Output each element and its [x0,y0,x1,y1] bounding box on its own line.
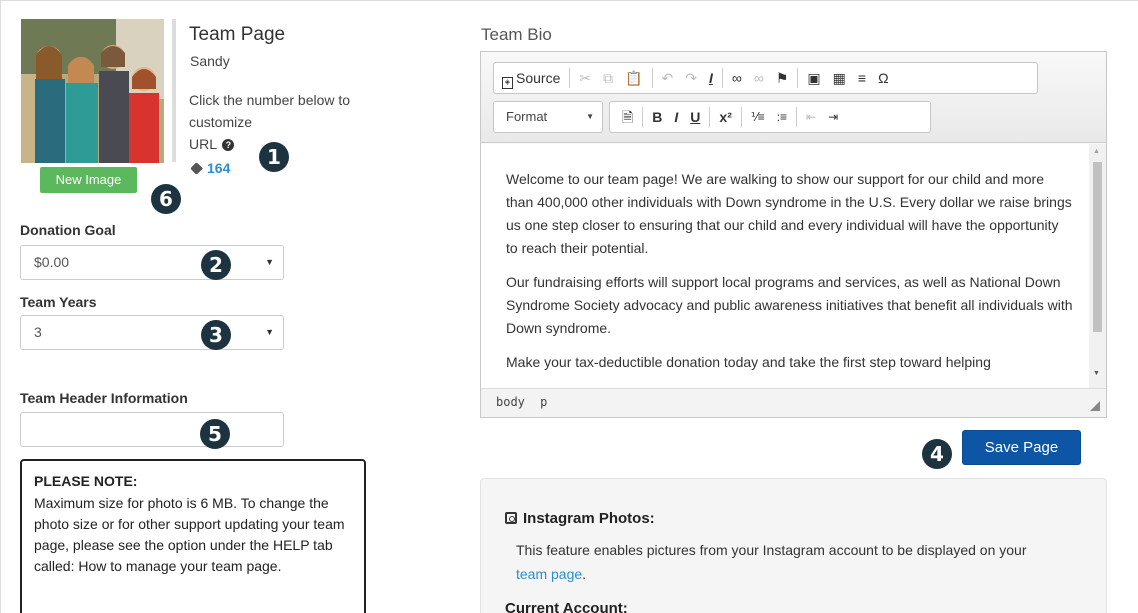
path-element-p[interactable]: p [540,395,547,409]
help-icon[interactable]: ? [222,139,235,151]
donation-goal-select[interactable]: $0.00 ▼ [20,245,284,280]
indent-icon[interactable]: ⇥ [828,106,838,128]
team-years-value: 3 [34,324,42,340]
outdent-icon[interactable]: ⇤ [806,106,816,128]
callout-badge-6: 6 [151,184,181,214]
callout-badge-4: 4 [922,439,952,469]
chevron-down-icon: ▼ [265,257,274,267]
bio-scrollbar[interactable]: ▲ ▼ [1089,144,1106,388]
paste-icon[interactable]: 📋 [625,67,642,89]
instagram-desc-end: . [582,566,587,582]
instagram-icon [505,512,517,524]
team-years-label: Team Years [20,294,97,310]
instagram-panel: Instagram Photos: This feature enables p… [480,478,1107,613]
chevron-down-icon: ▼ [265,327,274,337]
source-icon: ◈ [502,77,513,89]
format-dropdown[interactable]: Format ▼ [493,101,603,133]
path-element-body[interactable]: body [496,395,525,409]
toolbar-separator [796,107,798,127]
note-body: Maximum size for photo is 6 MB. To chang… [34,495,345,574]
image-icon[interactable]: ▣ [807,67,820,89]
special-char-icon[interactable]: Ω [878,67,888,89]
toolbar-separator [740,107,742,127]
toolbar-separator [569,68,571,88]
tag-icon [190,162,203,175]
chevron-down-icon: ▼ [586,112,594,121]
bio-paragraph: Our fundraising efforts will support loc… [506,274,1073,336]
horizontal-rule-icon[interactable]: ≡ [858,67,866,89]
unlink-icon[interactable]: ∞ [754,67,764,89]
bold-icon[interactable]: B [652,106,662,128]
donation-goal-value: $0.00 [34,254,70,270]
bullet-list-icon[interactable]: :≡ [777,106,787,128]
team-header-info-input[interactable] [20,412,284,447]
team-page-link[interactable]: team page [516,566,582,582]
scroll-up-icon[interactable]: ▲ [1093,148,1100,155]
customize-text: Click the number below to customize [189,92,351,130]
bio-paragraph: Make your tax-deductible donation today … [506,354,991,370]
underline-icon[interactable]: U [690,106,700,128]
anchor-flag-icon[interactable]: ⚑ [776,67,789,89]
bio-paragraph: Welcome to our team page! We are walking… [506,171,1072,256]
photo-divider [172,19,176,162]
toolbar-separator [797,68,799,88]
photo-size-note: PLEASE NOTE: Maximum size for photo is 6… [20,459,366,613]
toolbar-separator [709,107,711,127]
editor-toolbar: ◈ Source ✂ ⧉ 📋 ↶ ↷ I ∞ ∞ ⚑ ▣ ▦ ≡ Ω Format… [481,52,1106,143]
cut-icon[interactable]: ✂ [579,67,591,89]
url-label: URL [189,136,217,152]
scroll-down-icon[interactable]: ▼ [1093,370,1100,377]
page-title: Team Page [189,24,286,45]
copy-icon[interactable]: ⧉ [603,67,613,89]
redo-icon[interactable]: ↷ [685,67,697,89]
callout-badge-1: 1 [259,142,289,172]
save-page-button[interactable]: Save Page [962,430,1081,465]
table-icon[interactable]: ▦ [833,67,846,89]
team-bio-editor: ◈ Source ✂ ⧉ 📋 ↶ ↷ I ∞ ∞ ⚑ ▣ ▦ ≡ Ω Format… [480,51,1107,418]
callout-badge-2: 2 [201,250,231,280]
source-label: Source [516,70,561,86]
bio-content[interactable]: Welcome to our team page! We are walking… [481,144,1089,388]
instagram-description: This feature enables pictures from your … [516,538,1036,586]
team-header-info-label: Team Header Information [20,390,188,406]
callout-badge-5: 5 [200,419,230,449]
url-row: 164 [190,160,230,176]
current-account-label: Current Account: [505,600,628,613]
resize-handle-icon[interactable] [1090,401,1100,411]
editor-path-bar: body p [481,388,1106,417]
scroll-thumb[interactable] [1093,162,1102,332]
toolbar-separator [721,68,723,88]
note-title: PLEASE NOTE: [34,473,138,489]
url-number-link[interactable]: 164 [207,160,230,176]
callout-badge-3: 3 [201,320,231,350]
team-years-select[interactable]: 3 ▼ [20,315,284,350]
instagram-desc-text: This feature enables pictures from your … [516,542,1027,558]
undo-icon[interactable]: ↶ [662,67,674,89]
toolbar-row-2: 🗎 B I U x² ⅟≡ :≡ ⇤ ⇥ [609,101,931,133]
link-icon[interactable]: ∞ [732,67,742,89]
new-image-button[interactable]: New Image [40,167,137,193]
toolbar-row-1: ◈ Source ✂ ⧉ 📋 ↶ ↷ I ∞ ∞ ⚑ ▣ ▦ ≡ Ω [493,62,1038,94]
document-icon[interactable]: 🗎 [622,106,633,128]
team-bio-label: Team Bio [481,25,552,44]
toolbar-separator [651,68,653,88]
format-label: Format [506,109,548,124]
toolbar-separator [642,107,644,127]
remove-format-icon[interactable]: I [709,67,713,89]
italic-icon[interactable]: I [674,106,678,128]
team-name: Sandy [190,53,230,69]
instagram-title: Instagram Photos: [505,510,655,527]
team-photo [21,19,164,163]
numbered-list-icon[interactable]: ⅟≡ [751,106,765,128]
superscript-icon[interactable]: x² [719,106,731,128]
source-button[interactable]: ◈ Source [502,67,560,89]
instagram-title-text: Instagram Photos: [523,510,655,527]
donation-goal-label: Donation Goal [20,222,116,238]
